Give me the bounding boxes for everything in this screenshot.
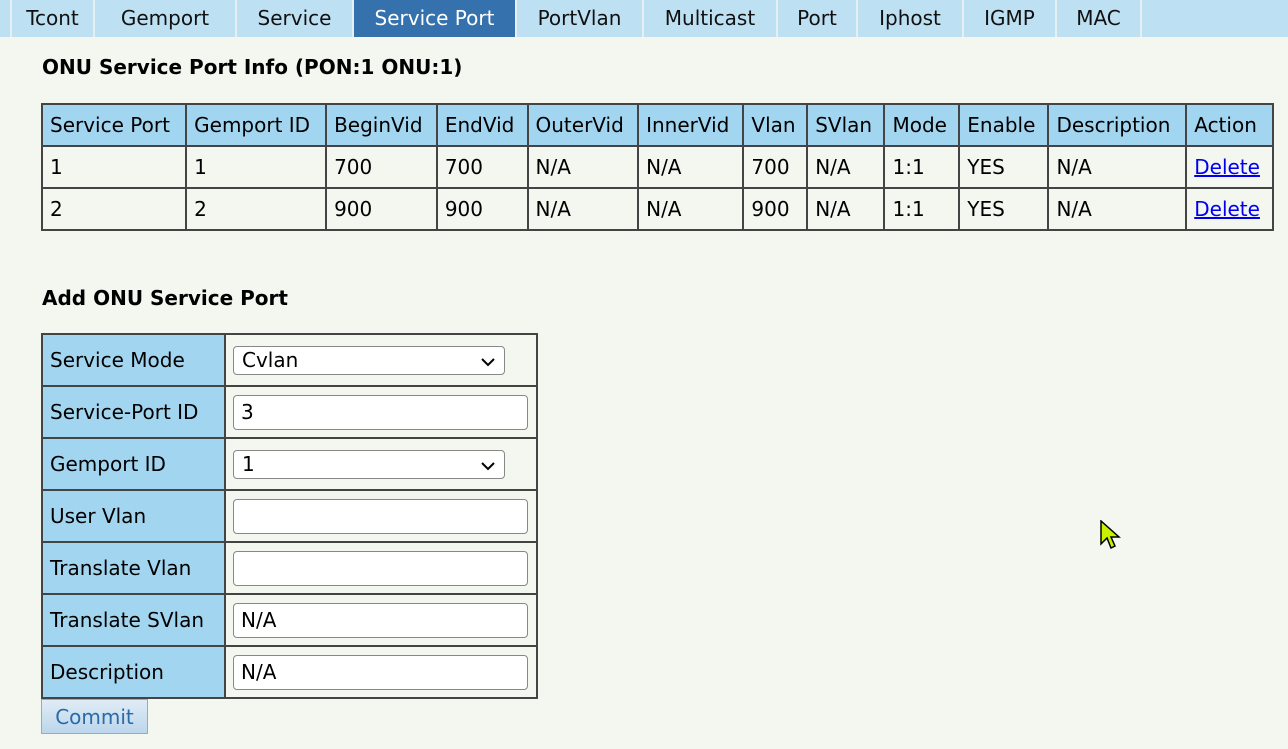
translate-svlan-label: Translate SVlan — [41, 593, 226, 647]
table-cell: 700 — [325, 145, 438, 189]
table-cell: YES — [958, 145, 1050, 189]
table-cell: 900 — [742, 187, 809, 231]
tab-bar-filler — [1140, 0, 1288, 37]
column-header: Service Port — [40, 103, 188, 147]
table-cell: 1:1 — [883, 145, 961, 189]
table-cell: 1 — [185, 145, 328, 189]
tab-portvlan[interactable]: PortVlan — [515, 0, 642, 37]
table-cell: 900 — [435, 187, 529, 231]
column-header: Mode — [883, 103, 961, 147]
table-cell: Delete — [1185, 145, 1274, 189]
table-cell: N/A — [1047, 145, 1188, 189]
table-cell: 700 — [435, 145, 529, 189]
description-input[interactable]: N/A — [233, 654, 528, 690]
translate-svlan-input[interactable]: N/A — [233, 602, 528, 638]
table-cell: N/A — [806, 187, 886, 231]
tab-hidden[interactable] — [0, 0, 10, 37]
table-cell: 2 — [40, 187, 188, 231]
translate-vlan-input[interactable] — [233, 550, 528, 586]
table-cell: 700 — [742, 145, 809, 189]
column-header: Enable — [958, 103, 1050, 147]
table-cell: Delete — [1185, 187, 1274, 231]
table-cell: 2 — [185, 187, 328, 231]
column-header: Vlan — [742, 103, 809, 147]
table-cell: N/A — [637, 187, 745, 231]
table-cell: N/A — [526, 187, 640, 231]
column-header: SVlan — [806, 103, 886, 147]
table-cell: YES — [958, 187, 1050, 231]
table-row: 1 1 700 700 N/A N/A 700 N/A 1:1 YES N/A Delete — [40, 145, 1274, 189]
column-header: EndVid — [435, 103, 529, 147]
column-header: BeginVid — [325, 103, 438, 147]
chevron-down-icon — [480, 348, 496, 372]
user-vlan-input[interactable] — [233, 498, 528, 534]
commit-button[interactable]: Commit — [41, 699, 148, 734]
table-cell: 1:1 — [883, 187, 961, 231]
table-cell: N/A — [806, 145, 886, 189]
table-row: 2 2 900 900 N/A N/A 900 N/A 1:1 YES N/A Delete — [40, 187, 1274, 231]
add-title: Add ONU Service Port — [42, 286, 288, 310]
translate-vlan-label: Translate Vlan — [41, 541, 226, 595]
info-title: ONU Service Port Info (PON:1 ONU:1) — [42, 55, 463, 79]
tab-iphost[interactable]: Iphost — [856, 0, 962, 37]
table-cell: N/A — [1047, 187, 1188, 231]
user-vlan-label: User Vlan — [41, 489, 226, 543]
tab-gemport[interactable]: Gemport — [93, 0, 235, 37]
tab-service[interactable]: Service — [235, 0, 352, 37]
description-label: Description — [41, 645, 226, 699]
tab-igmp[interactable]: IGMP — [962, 0, 1055, 37]
service-mode-select[interactable]: Cvlan — [233, 345, 505, 375]
chevron-down-icon — [480, 452, 496, 476]
gemport-id-label: Gemport ID — [41, 437, 226, 491]
service-port-table: Service Port Gemport ID BeginVid EndVid Oute… — [40, 103, 1274, 231]
table-cell: N/A — [526, 145, 640, 189]
tab-mac[interactable]: MAC — [1055, 0, 1140, 37]
column-header: InnerVid — [637, 103, 745, 147]
tab-port[interactable]: Port — [776, 0, 856, 37]
add-service-port-form: Service Mode Cvlan Service-Port ID 3 Gem… — [41, 333, 538, 699]
table-cell: 900 — [325, 187, 438, 231]
table-header: Service Port Gemport ID BeginVid EndVid Oute… — [40, 103, 1274, 147]
delete-link[interactable]: Delete — [1194, 197, 1260, 221]
table-cell: N/A — [637, 145, 745, 189]
tab-service-port[interactable]: Service Port — [352, 0, 515, 37]
delete-link[interactable]: Delete — [1194, 155, 1260, 179]
service-port-id-label: Service-Port ID — [41, 385, 226, 439]
tab-tcont[interactable]: Tcont — [10, 0, 93, 37]
column-header: Gemport ID — [185, 103, 328, 147]
tab-multicast[interactable]: Multicast — [642, 0, 776, 37]
column-header: OuterVid — [526, 103, 640, 147]
gemport-id-select[interactable]: 1 — [233, 449, 505, 479]
service-port-id-input[interactable]: 3 — [233, 394, 528, 430]
tab-bar: Tcont Gemport Service Service Port PortV… — [0, 0, 1288, 37]
column-header: Description — [1047, 103, 1188, 147]
gemport-id-value: 1 — [242, 452, 255, 476]
service-mode-label: Service Mode — [41, 333, 226, 387]
mouse-cursor-icon — [1100, 519, 1122, 557]
table-cell: 1 — [40, 145, 188, 189]
service-mode-value: Cvlan — [242, 348, 299, 372]
column-header: Action — [1185, 103, 1274, 147]
